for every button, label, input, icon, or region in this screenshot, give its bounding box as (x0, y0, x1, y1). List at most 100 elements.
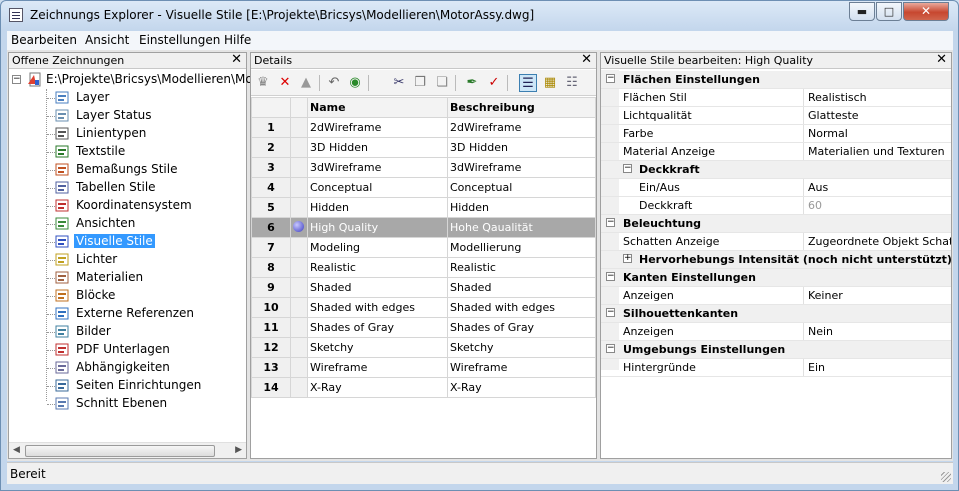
category-deckkraft[interactable]: − Deckkraft (601, 161, 951, 179)
prop-kanten-anzeigen[interactable]: Anzeigen Keiner (601, 287, 951, 305)
collapse-icon[interactable]: − (606, 272, 615, 281)
category-hervorhebung[interactable]: + Hervorhebungs Intensität (noch nicht un… (601, 251, 952, 269)
cell-description[interactable]: Shades of Gray (447, 317, 596, 338)
category-kanten[interactable]: − Kanten Einstellungen (601, 269, 951, 287)
prop-value[interactable]: Aus (803, 179, 951, 196)
tree-item[interactable]: Bemaßungs Stile (54, 161, 244, 179)
title-bar[interactable]: Zeichnungs Explorer - Visuelle Stile [E:… (1, 1, 958, 30)
purge-icon[interactable]: ▲ (297, 74, 315, 92)
collapse-icon[interactable]: − (12, 75, 21, 84)
tree-item[interactable]: Seiten Einrichtungen (54, 377, 244, 395)
row-number[interactable]: 3 (251, 157, 291, 178)
prop-value[interactable]: Materialien und Texturen (803, 143, 951, 160)
cell-name[interactable]: Hidden (307, 197, 448, 218)
row-number[interactable]: 12 (251, 337, 291, 358)
table-row[interactable]: 3 3dWireframe 3dWireframe (251, 157, 596, 178)
column-header-name[interactable]: Name (307, 97, 448, 118)
cell-description[interactable]: Shaded (447, 277, 596, 298)
collapse-icon[interactable]: − (606, 308, 615, 317)
row-number[interactable]: 13 (251, 357, 291, 378)
collapse-icon[interactable]: − (606, 74, 615, 83)
close-button[interactable]: ✕ (903, 2, 949, 21)
cell-name[interactable]: Sketchy (307, 337, 448, 358)
cell-name[interactable]: 2dWireframe (307, 117, 448, 138)
tree-root-drawing[interactable]: − E:\Projekte\Bricsys\Modellieren\Mot (9, 71, 257, 89)
prop-value[interactable]: Nein (803, 323, 951, 340)
horizontal-scrollbar[interactable]: ◀ ▶ (9, 442, 246, 458)
row-number[interactable]: 8 (251, 257, 291, 278)
tree-item[interactable]: Lichter (54, 251, 244, 269)
tree-item[interactable]: PDF Unterlagen (54, 341, 244, 359)
cell-name[interactable]: Modeling (307, 237, 448, 258)
tree-item[interactable]: Layer Status (54, 107, 244, 125)
tree-item[interactable]: Materialien (54, 269, 244, 287)
tree-item[interactable]: Bilder (54, 323, 244, 341)
close-pane-icon[interactable]: ✕ (231, 52, 242, 67)
tree-item[interactable]: Visuelle Stile (54, 233, 244, 251)
tree-item[interactable]: Blöcke (54, 287, 244, 305)
cell-description[interactable]: Hohe Qaualität (447, 217, 596, 238)
delete-icon[interactable]: ✕ (276, 74, 294, 92)
collapse-icon[interactable]: − (606, 344, 615, 353)
prop-value[interactable]: Ein (803, 359, 951, 376)
cell-name[interactable]: 3dWireframe (307, 157, 448, 178)
row-number[interactable]: 2 (251, 137, 291, 158)
details-view-icon[interactable]: ☰ (519, 74, 537, 92)
cell-name[interactable]: 3D Hidden (307, 137, 448, 158)
current-marker-header[interactable] (290, 97, 308, 118)
cell-description[interactable]: Realistic (447, 257, 596, 278)
collapse-icon[interactable]: − (623, 164, 632, 173)
close-pane-icon[interactable]: ✕ (581, 52, 592, 67)
tree-item[interactable]: Externe Referenzen (54, 305, 244, 323)
table-row[interactable]: 14 X-Ray X-Ray (251, 377, 596, 398)
scroll-left-icon[interactable]: ◀ (13, 445, 20, 455)
tree-item[interactable]: Abhängigkeiten (54, 359, 244, 377)
scroll-right-icon[interactable]: ▶ (235, 445, 242, 455)
cell-description[interactable]: Conceptual (447, 177, 596, 198)
tree-view-icon[interactable]: ☷ (563, 74, 581, 92)
new-icon[interactable]: ♛ (254, 74, 272, 92)
cell-description[interactable]: Shaded with edges (447, 297, 596, 318)
category-umgebung[interactable]: − Umgebungs Einstellungen (601, 341, 951, 359)
row-number[interactable]: 7 (251, 237, 291, 258)
cell-description[interactable]: 3dWireframe (447, 157, 596, 178)
tree-item[interactable]: Textstile (54, 143, 244, 161)
table-row[interactable]: 12 Sketchy Sketchy (251, 337, 596, 358)
row-number[interactable]: 1 (251, 117, 291, 138)
menu-bearbeiten[interactable]: Bearbeiten (11, 33, 77, 47)
prop-flaechen-stil[interactable]: Flächen Stil Realistisch (601, 89, 951, 107)
set-current-icon[interactable]: ◉ (346, 74, 364, 92)
maximize-button[interactable]: □ (876, 2, 902, 21)
expand-icon[interactable]: + (623, 254, 632, 263)
minimize-button[interactable]: ▬ (849, 2, 875, 21)
table-row[interactable]: 10 Shaded with edges Shaded with edges (251, 297, 596, 318)
cell-name[interactable]: Conceptual (307, 177, 448, 198)
table-row[interactable]: 1 2dWireframe 2dWireframe (251, 117, 596, 138)
undo-icon[interactable]: ↶ (325, 74, 343, 92)
prop-value[interactable]: Zugeordnete Objekt Schatten (803, 233, 951, 250)
table-row[interactable]: 11 Shades of Gray Shades of Gray (251, 317, 596, 338)
prop-material-anzeige[interactable]: Material Anzeige Materialien und Texturen (601, 143, 951, 161)
cell-description[interactable]: X-Ray (447, 377, 596, 398)
row-number[interactable]: 6 (251, 217, 291, 238)
resize-grip-icon[interactable] (941, 472, 951, 482)
edit-icon[interactable]: ✒ (463, 74, 481, 92)
row-number[interactable]: 9 (251, 277, 291, 298)
cell-name[interactable]: X-Ray (307, 377, 448, 398)
table-row[interactable]: 13 Wireframe Wireframe (251, 357, 596, 378)
menu-ansicht[interactable]: Ansicht (85, 33, 129, 47)
tree-item[interactable]: Tabellen Stile (54, 179, 244, 197)
row-number[interactable]: 10 (251, 297, 291, 318)
cell-name[interactable]: Shaded (307, 277, 448, 298)
cell-description[interactable]: Hidden (447, 197, 596, 218)
tree-item[interactable]: Schnitt Ebenen (54, 395, 244, 413)
category-flaechen[interactable]: − Flächen Einstellungen (601, 71, 951, 89)
cell-description[interactable]: Modellierung (447, 237, 596, 258)
prop-silhouette-anzeigen[interactable]: Anzeigen Nein (601, 323, 951, 341)
prop-deckkraft[interactable]: Deckkraft 60 (601, 197, 951, 215)
table-row[interactable]: 9 Shaded Shaded (251, 277, 596, 298)
category-beleuchtung[interactable]: − Beleuchtung (601, 215, 951, 233)
cell-description[interactable]: 2dWireframe (447, 117, 596, 138)
prop-farbe[interactable]: Farbe Normal (601, 125, 951, 143)
regen-icon[interactable]: ✓ (485, 74, 503, 92)
